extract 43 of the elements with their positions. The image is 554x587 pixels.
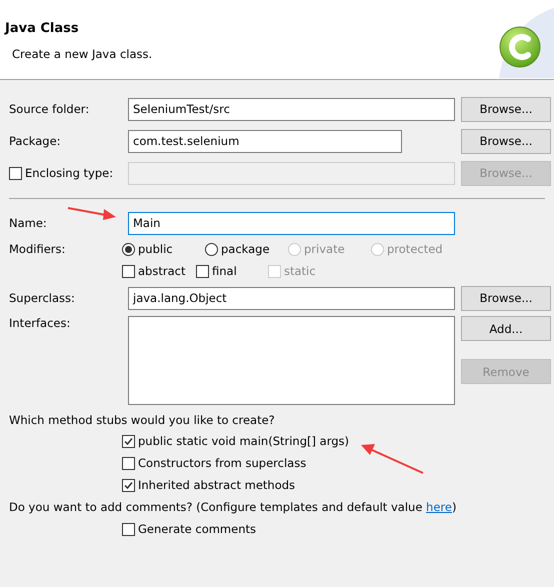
package-field[interactable]: com.test.selenium: [128, 130, 402, 152]
name-field[interactable]: Main: [128, 212, 455, 234]
checkbox[interactable]: [122, 478, 135, 492]
checkbox-label: public static void main(String[] args): [138, 434, 349, 448]
checkbox-label: final: [212, 264, 237, 278]
checkbox[interactable]: [122, 456, 135, 470]
add-button[interactable]: Add...: [461, 316, 551, 341]
checkbox[interactable]: [196, 264, 209, 278]
question-text: Which method stubs would you like to create?: [9, 413, 275, 427]
checkbox-label: static: [284, 264, 316, 278]
annotation-arrow: [68, 207, 116, 220]
annotation-arrow: [361, 444, 424, 474]
here-link[interactable]: here: [426, 500, 452, 514]
field-label: Superclass:: [9, 291, 76, 305]
class-icon: [499, 26, 541, 68]
page-title: Java Class: [5, 21, 79, 36]
field-label: Source folder:: [9, 102, 90, 116]
radio-label: private: [304, 242, 345, 256]
comments-text: Do you want to add comments? (Configure templates and default value here): [9, 500, 456, 514]
radio-label: protected: [387, 242, 443, 256]
browse-button[interactable]: Browse...: [461, 128, 551, 154]
field-label: Interfaces:: [9, 316, 72, 332]
browse-button[interactable]: Browse...: [461, 286, 551, 310]
source-folder-field[interactable]: SeleniumTest/src: [128, 98, 455, 120]
checkbox-label: Enclosing type:: [25, 166, 114, 180]
radio-button[interactable]: [205, 242, 218, 256]
checkbox[interactable]: [122, 522, 135, 536]
radio-button[interactable]: [122, 242, 135, 256]
field-label: Name:: [9, 216, 48, 230]
radio-label: public: [138, 242, 173, 256]
checkbox-label: Generate comments: [138, 522, 256, 536]
checkbox-label: Inherited abstract methods: [138, 478, 296, 492]
checkbox[interactable]: [122, 264, 135, 278]
browse-button[interactable]: Browse...: [461, 96, 551, 122]
checkbox-label: abstract: [138, 264, 186, 278]
field-label: Package:: [9, 134, 62, 148]
radio-label: package: [221, 242, 270, 256]
interfaces-list[interactable]: [128, 316, 455, 405]
page-description: Create a new Java class.: [12, 47, 152, 61]
superclass-field[interactable]: java.lang.Object: [128, 286, 455, 310]
checkbox-label: Constructors from superclass: [138, 456, 306, 470]
field-label: Modifiers:: [9, 242, 66, 256]
checkbox[interactable]: [122, 434, 135, 448]
